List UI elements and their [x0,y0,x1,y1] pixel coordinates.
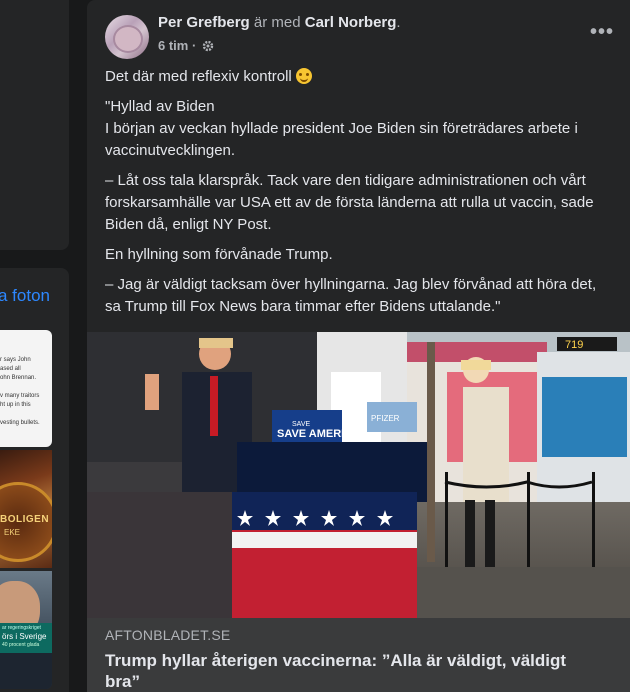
podium-sign-small: SAVE [292,421,310,428]
podium-sign: SAVE AMERICA [277,428,360,440]
thumbnail-caption-bar: ar regeringskriget örs i Sverige 40 proc… [0,623,52,653]
post-paragraph: – Jag är väldigt tacksam över hyllningar… [105,276,597,315]
thumbnail-tweet-text: r says John ased all ohn Brennan. v many… [0,357,40,426]
post-timestamp-link[interactable]: 6 tim [158,38,188,53]
post-meta: 6 tim · [158,38,214,55]
winking-face-icon [295,68,312,84]
post-paragraph: I början av veckan hyllade president Joe… [105,120,578,159]
photos-panel: a foton r says John ased all ohn Brennan… [0,268,69,692]
photo-thumbnail-2[interactable]: BOLIGEN EKE [0,450,52,568]
feed-post: Per Grefberg är med Carl Norberg. 6 tim … [87,0,630,692]
post-paragraph: – Låt oss tala klarspråk. Tack vare den … [105,172,594,233]
with-text: är med [253,14,301,31]
tagged-person-link[interactable]: Carl Norberg [305,14,397,31]
see-all-photos-link[interactable]: a foton [0,286,50,306]
post-paragraph: En hyllning som förvånade Trump. [105,246,333,263]
post-body: Det där med reflexiv kontroll "Hyllad av… [105,66,615,326]
post-paragraph: "Hyllad av Biden [105,98,215,115]
photo-thumbnail-3[interactable]: ar regeringskriget örs i Sverige 40 proc… [0,571,52,689]
pfizer-sign: PFIZER [371,414,400,423]
link-preview-card[interactable]: AFTONBLADET.SE Trump hyllar återigen vac… [87,618,630,692]
more-options-icon[interactable]: ••• [587,22,617,44]
author-avatar[interactable] [105,15,149,59]
thumbnail-badge-subtext: EKE [4,528,21,537]
link-headline[interactable]: Trump hyllar återigen vaccinerna: ”Alla … [105,650,605,692]
photo-thumbnail-1[interactable]: r says John ased all ohn Brennan. v many… [0,330,52,447]
post-paragraph: Det där med reflexiv kontroll [105,66,615,88]
article-preview-image[interactable]: 719 SAVE SAVE AMERICA PFIZER [87,332,630,618]
post-header: Per Grefberg är med Carl Norberg. [158,14,401,31]
link-domain: AFTONBLADET.SE [105,627,231,643]
author-name-link[interactable]: Per Grefberg [158,14,250,31]
bus-number: 719 [565,339,583,351]
left-sidebar-panel [0,0,69,250]
gear-icon[interactable] [202,40,214,55]
thumbnail-badge-text: BOLIGEN [0,514,50,525]
